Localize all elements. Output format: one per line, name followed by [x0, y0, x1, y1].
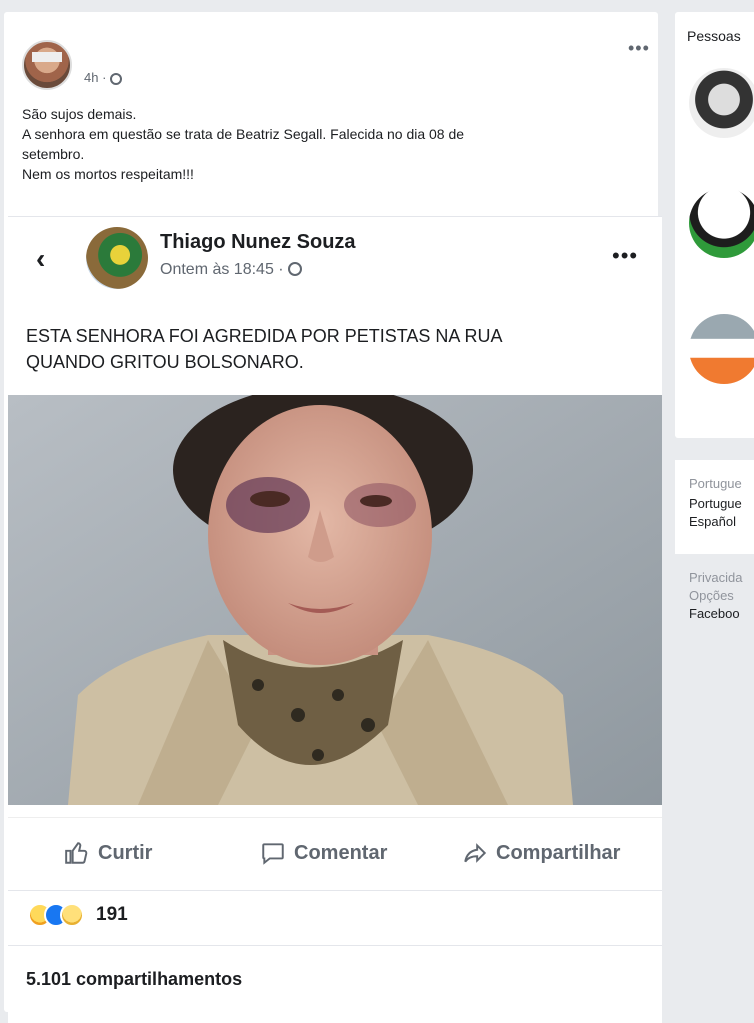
shared-post: ‹ Thiago Nunez Souza Ontem às 18:45 · ••… — [8, 216, 662, 1023]
like-button[interactable]: Curtir — [64, 840, 152, 866]
post-text-line: A senhora em questão se trata de Beatriz… — [22, 126, 465, 142]
share-count[interactable]: 5.101 compartilhamentos — [26, 969, 242, 990]
person-avatar[interactable] — [689, 68, 754, 138]
share-label: Compartilhar — [496, 841, 621, 864]
shared-post-text-line: ESTA SENHORA FOI AGREDIDA POR PETISTAS N… — [26, 326, 503, 346]
language-current: Portugue — [689, 476, 742, 491]
post-card: 4h · ••• São sujos demais. A senhora em … — [4, 12, 662, 1023]
share-button[interactable]: Compartilhar — [462, 840, 620, 866]
reactions-summary[interactable]: 191 — [28, 903, 128, 927]
shared-post-timestamp[interactable]: Ontem às 18:45 · — [160, 261, 303, 279]
shared-post-options-button[interactable]: ••• — [612, 243, 638, 269]
comment-label: Comentar — [294, 841, 388, 864]
person-avatar[interactable] — [689, 188, 754, 258]
post-actions-bar: Curtir Comentar Compartilhar — [8, 817, 662, 891]
shared-post-text-line: QUANDO GRITOU BOLSONARO. — [26, 352, 304, 372]
globe-icon — [288, 262, 303, 276]
comment-button[interactable]: Comentar — [260, 840, 387, 866]
footer-link[interactable]: Privacida — [689, 570, 742, 585]
footer-link[interactable]: Opções — [689, 588, 734, 603]
shared-author-avatar[interactable] — [86, 227, 148, 289]
shared-post-text: ESTA SENHORA FOI AGREDIDA POR PETISTAS N… — [26, 323, 646, 375]
reaction-count: 191 — [96, 904, 128, 925]
thumbs-up-icon — [65, 842, 88, 864]
like-label: Curtir — [98, 841, 153, 864]
post-text: São sujos demais. A senhora em questão s… — [22, 104, 652, 184]
people-title: Pessoas — [687, 28, 741, 44]
language-panel: Portugue Portugue Español — [675, 460, 754, 554]
divider — [8, 945, 662, 946]
shared-author-name[interactable]: Thiago Nunez Souza — [160, 231, 356, 254]
footer-link[interactable]: Faceboo — [689, 606, 740, 621]
language-link[interactable]: Español — [689, 514, 736, 529]
portrait-image — [8, 395, 662, 805]
author-avatar[interactable] — [22, 40, 72, 90]
post-text-line: São sujos demais. — [22, 106, 137, 122]
post-timestamp[interactable]: 4h · — [84, 70, 123, 85]
share-arrow-icon — [464, 843, 487, 863]
language-link[interactable]: Portugue — [689, 496, 742, 511]
author-name-blurred[interactable] — [84, 40, 224, 56]
post-text-line: setembro. — [22, 146, 85, 162]
post-photo[interactable] — [8, 395, 662, 805]
post-options-button[interactable]: ••• — [628, 38, 650, 59]
person-avatar[interactable] — [689, 314, 754, 384]
globe-icon — [110, 73, 123, 85]
sad-icon — [60, 903, 84, 927]
people-panel: Pessoas — [675, 12, 754, 438]
comment-icon — [262, 843, 284, 865]
back-arrow-icon[interactable]: ‹ — [36, 243, 45, 275]
post-text-line: Nem os mortos respeitam!!! — [22, 166, 194, 182]
